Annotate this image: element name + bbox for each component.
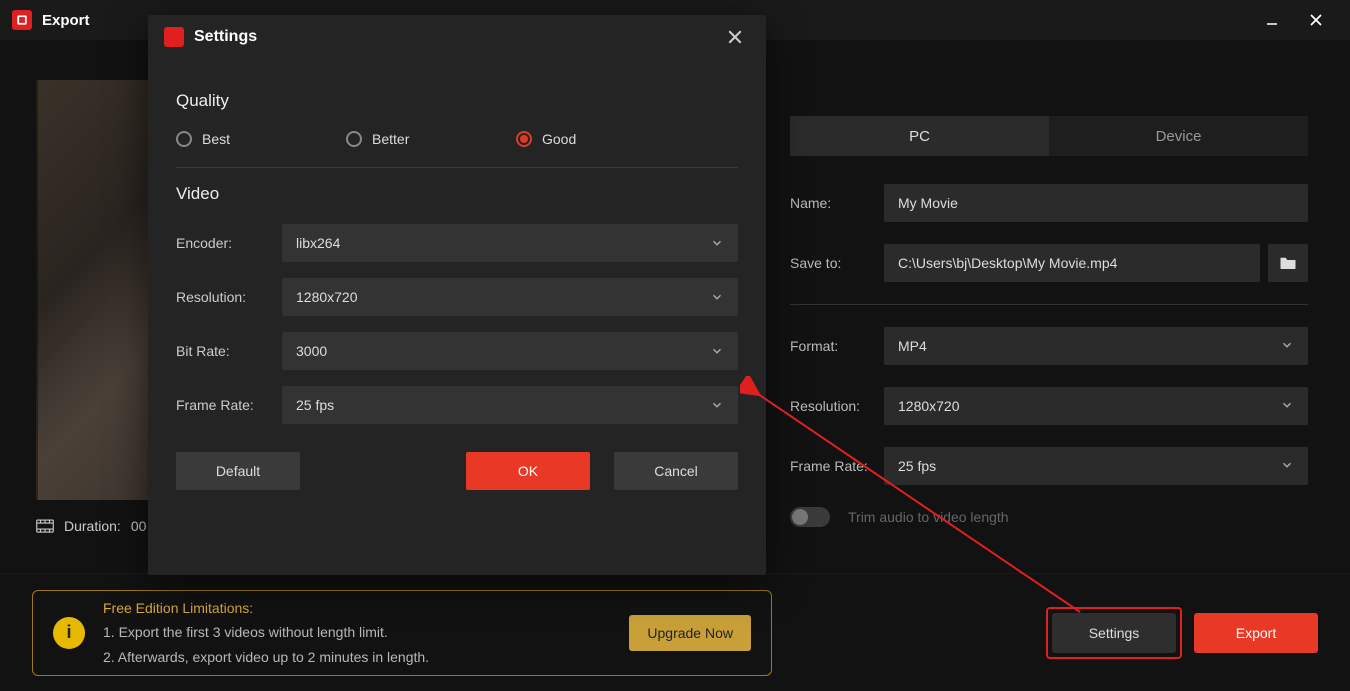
save-to-label: Save to: [790,255,884,271]
cancel-button[interactable]: Cancel [614,452,738,490]
limitations-line-1: 1. Export the first 3 videos without len… [103,620,611,645]
quality-heading: Quality [176,91,738,111]
tab-device[interactable]: Device [1049,116,1308,156]
minimize-button[interactable] [1250,5,1294,35]
trim-audio-label: Trim audio to video length [848,509,1009,525]
settings-modal: Settings Quality Best Better Good Video … [148,15,766,575]
chevron-down-icon [1280,338,1294,355]
chevron-down-icon [710,290,724,304]
limitations-title: Free Edition Limitations: [103,596,611,621]
info-icon: i [53,617,85,649]
ok-button[interactable]: OK [466,452,590,490]
duration-value: 00 [131,518,147,534]
export-button[interactable]: Export [1194,613,1318,653]
framerate-label: Frame Rate: [790,458,884,474]
limitations-banner: i Free Edition Limitations: 1. Export th… [32,590,772,676]
modal-logo [164,27,184,47]
modal-close-button[interactable] [720,22,750,52]
app-logo [12,10,32,30]
browse-button[interactable] [1268,244,1308,282]
save-to-input[interactable] [884,244,1260,282]
format-select[interactable]: MP4 [884,327,1308,365]
upgrade-button[interactable]: Upgrade Now [629,615,751,651]
framerate-select[interactable]: 25 fps [884,447,1308,485]
modal-title: Settings [194,28,257,46]
bitrate-select[interactable]: 3000 [282,332,738,370]
modal-framerate-label: Frame Rate: [176,397,282,413]
trim-audio-toggle[interactable] [790,507,830,527]
modal-framerate-select[interactable]: 25 fps [282,386,738,424]
quality-good-radio[interactable]: Good [516,131,576,147]
default-button[interactable]: Default [176,452,300,490]
encoder-select[interactable]: libx264 [282,224,738,262]
framerate-value: 25 fps [898,458,936,474]
resolution-label: Resolution: [790,398,884,414]
name-input[interactable] [884,184,1308,222]
format-label: Format: [790,338,884,354]
bitrate-label: Bit Rate: [176,343,282,359]
modal-resolution-select[interactable]: 1280x720 [282,278,738,316]
limitations-line-2: 2. Afterwards, export video up to 2 minu… [103,645,611,670]
format-value: MP4 [898,338,927,354]
close-button[interactable] [1294,5,1338,35]
chevron-down-icon [710,236,724,250]
annotation-highlight: Settings [1046,607,1182,659]
modal-resolution-label: Resolution: [176,289,282,305]
name-label: Name: [790,195,884,211]
quality-best-radio[interactable]: Best [176,131,346,147]
video-heading: Video [176,184,738,204]
quality-better-radio[interactable]: Better [346,131,516,147]
encoder-label: Encoder: [176,235,282,251]
resolution-select[interactable]: 1280x720 [884,387,1308,425]
film-icon [36,519,54,533]
duration-label: Duration: [64,518,121,534]
resolution-value: 1280x720 [898,398,960,414]
settings-button[interactable]: Settings [1052,613,1176,653]
chevron-down-icon [710,344,724,358]
chevron-down-icon [1280,458,1294,475]
folder-icon [1279,256,1297,270]
tab-pc[interactable]: PC [790,116,1049,156]
chevron-down-icon [1280,398,1294,415]
window-title: Export [42,12,90,29]
chevron-down-icon [710,398,724,412]
